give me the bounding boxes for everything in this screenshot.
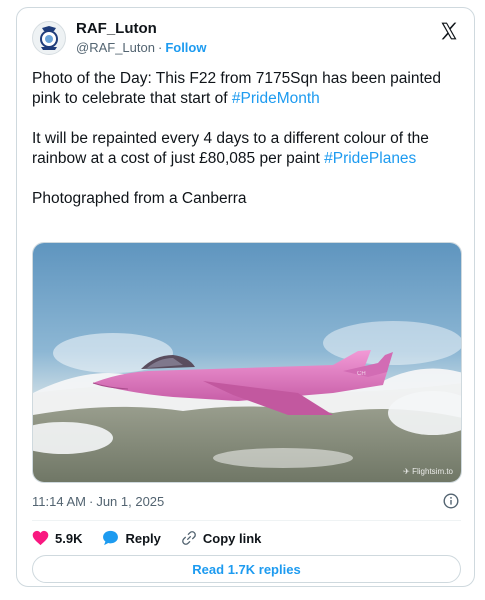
hashtag-prideplanes[interactable]: #PridePlanes [324, 150, 416, 167]
tweet-paragraph-1: Photo of the Day: This F22 from 7175Sqn … [32, 69, 462, 109]
raf-crest-icon [40, 26, 58, 50]
read-replies-button[interactable]: Read 1.7K replies [32, 555, 461, 583]
photo-watermark: ✈ Flightsim.to [403, 467, 453, 476]
tweet-timestamp[interactable]: 11:14 AM · Jun 1, 2025 [32, 494, 164, 509]
likes-count: 5.9K [55, 530, 83, 546]
author-handle-line: @RAF_Luton · Follow [76, 40, 206, 55]
reply-bubble-icon [103, 530, 119, 546]
divider [32, 520, 461, 521]
tweet-paragraph-3: Photographed from a Canberra [32, 190, 247, 207]
info-icon[interactable] [443, 493, 459, 509]
tweet-date: Jun 1, 2025 [96, 494, 165, 509]
link-icon [182, 531, 196, 545]
time-separator: · [88, 494, 94, 509]
svg-text:CH: CH [357, 371, 366, 377]
tweet-photo[interactable]: CH ✈ Flightsim.to [32, 242, 462, 483]
author-handle[interactable]: @RAF_Luton [76, 40, 155, 55]
x-logo-icon[interactable] [439, 21, 459, 41]
pink-jet-photo: CH [33, 243, 461, 482]
copy-link-label: Copy link [202, 530, 262, 546]
heart-icon [32, 530, 49, 546]
avatar[interactable] [32, 21, 66, 55]
handle-separator: · [157, 40, 163, 55]
tweet-card: RAF_Luton @RAF_Luton · Follow Photo of the… [16, 7, 475, 587]
follow-button[interactable]: Follow [165, 40, 206, 55]
tweet-text: Photo of the Day: This F22 from 7175Sqn … [32, 69, 462, 229]
like-button[interactable]: 5.9K [32, 530, 82, 546]
tweet-time: 11:14 AM [32, 494, 86, 509]
author-name[interactable]: RAF_Luton [76, 20, 157, 37]
reply-button[interactable]: Reply [102, 530, 161, 546]
hashtag-pridemonth[interactable]: #PrideMonth [232, 90, 320, 107]
action-bar: 5.9K Reply Copy link [32, 528, 281, 548]
tweet-paragraph-2: It will be repainted every 4 days to a d… [32, 129, 462, 169]
copy-link-button[interactable]: Copy link [181, 530, 262, 546]
reply-label: Reply [125, 530, 161, 546]
